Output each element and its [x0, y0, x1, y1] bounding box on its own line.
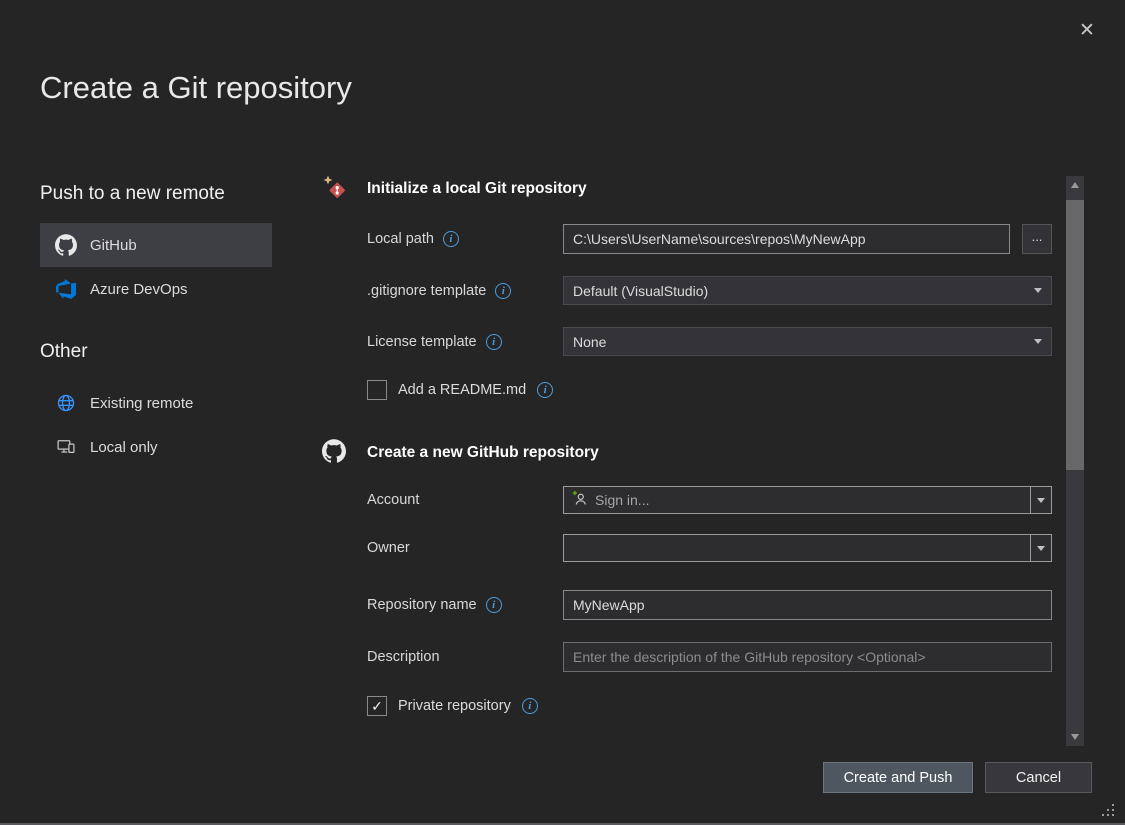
local-path-row: Local path i ...	[367, 224, 1052, 254]
repo-name-label: Repository name	[367, 597, 477, 613]
info-icon[interactable]: i	[495, 283, 511, 299]
account-combo[interactable]: Sign in...	[563, 486, 1052, 514]
gitignore-value: Default (VisualStudio)	[573, 283, 708, 299]
azure-devops-icon	[55, 278, 77, 300]
repo-name-row: Repository name i	[367, 590, 1052, 620]
info-icon[interactable]: i	[522, 698, 538, 714]
sidebar-heading-push-remote: Push to a new remote	[40, 183, 272, 205]
license-dropdown[interactable]: None	[563, 327, 1052, 356]
info-icon[interactable]: i	[486, 334, 502, 350]
gitignore-row: .gitignore template i Default (VisualStu…	[367, 276, 1052, 305]
owner-combo[interactable]	[563, 534, 1052, 562]
vertical-scrollbar[interactable]	[1066, 176, 1084, 746]
gitignore-label: .gitignore template	[367, 283, 486, 299]
repo-name-input[interactable]	[563, 590, 1052, 620]
scrollbar-thumb[interactable]	[1066, 200, 1084, 470]
chevron-down-icon	[1034, 339, 1042, 344]
chevron-down-icon	[1037, 546, 1045, 551]
license-label: License template	[367, 334, 477, 350]
grip-dots-icon	[1102, 804, 1104, 806]
main-form: Initialize a local Git repository Local …	[322, 178, 1052, 716]
cancel-button[interactable]: Cancel	[985, 762, 1092, 793]
section-create-github-repo: Create a new GitHub repository	[322, 442, 1052, 466]
local-path-label: Local path	[367, 231, 434, 247]
description-input[interactable]	[563, 642, 1052, 672]
owner-dropdown-button[interactable]	[1030, 535, 1051, 561]
account-row: Account Sign in...	[367, 486, 1052, 514]
close-icon: ✕	[1079, 19, 1095, 42]
private-repo-checkbox[interactable]: ✓	[367, 696, 387, 716]
owner-label: Owner	[367, 540, 410, 556]
browse-button[interactable]: ...	[1022, 224, 1052, 254]
create-git-repo-dialog: ✕ Create a Git repository Push to a new …	[0, 0, 1125, 825]
triangle-up-icon	[1071, 182, 1079, 188]
github-icon	[55, 234, 77, 256]
sidebar-item-label: GitHub	[90, 237, 137, 254]
sidebar-heading-other: Other	[40, 341, 272, 363]
sidebar-item-label: Azure DevOps	[90, 281, 188, 298]
sidebar-item-existing-remote[interactable]: Existing remote	[40, 381, 272, 425]
scroll-up-button[interactable]	[1066, 176, 1084, 194]
info-icon[interactable]: i	[443, 231, 459, 247]
private-repo-row: ✓ Private repository i	[367, 696, 1052, 716]
scroll-down-button[interactable]	[1066, 728, 1084, 746]
dialog-title: Create a Git repository	[40, 70, 352, 106]
init-repo-icon	[322, 175, 348, 201]
local-path-input[interactable]	[563, 224, 1010, 254]
info-icon[interactable]: i	[537, 382, 553, 398]
private-repo-label: Private repository	[398, 698, 511, 714]
globe-icon	[55, 392, 77, 414]
computer-icon	[55, 436, 77, 458]
sidebar-item-label: Existing remote	[90, 395, 193, 412]
github-icon	[322, 439, 348, 465]
gitignore-dropdown[interactable]: Default (VisualStudio)	[563, 276, 1052, 305]
sidebar-item-local-only[interactable]: Local only	[40, 425, 272, 469]
account-placeholder: Sign in...	[595, 492, 649, 508]
description-row: Description	[367, 642, 1052, 672]
chevron-down-icon	[1037, 498, 1045, 503]
sidebar-item-github[interactable]: GitHub	[40, 223, 272, 267]
sidebar: Push to a new remote GitHub Azure DevOps…	[40, 183, 272, 469]
owner-row: Owner	[367, 534, 1052, 562]
triangle-down-icon	[1071, 734, 1079, 740]
chevron-down-icon	[1034, 288, 1042, 293]
section-init-local-repo: Initialize a local Git repository	[322, 178, 1052, 202]
resize-grip[interactable]	[1102, 804, 1115, 817]
description-label: Description	[367, 649, 440, 665]
section-title-init: Initialize a local Git repository	[367, 178, 587, 200]
account-dropdown-button[interactable]	[1030, 487, 1051, 513]
close-button[interactable]: ✕	[1073, 16, 1101, 44]
create-and-push-button[interactable]: Create and Push	[823, 762, 973, 793]
account-label: Account	[367, 492, 419, 508]
section-title-github: Create a new GitHub repository	[367, 442, 599, 464]
license-value: None	[573, 334, 606, 350]
info-icon[interactable]: i	[486, 597, 502, 613]
sidebar-item-label: Local only	[90, 439, 158, 456]
readme-label: Add a README.md	[398, 382, 526, 398]
readme-checkbox[interactable]	[367, 380, 387, 400]
license-row: License template i None	[367, 327, 1052, 356]
sidebar-item-azure-devops[interactable]: Azure DevOps	[40, 267, 272, 311]
sign-in-icon	[571, 490, 588, 510]
readme-row: Add a README.md i	[367, 380, 1052, 400]
